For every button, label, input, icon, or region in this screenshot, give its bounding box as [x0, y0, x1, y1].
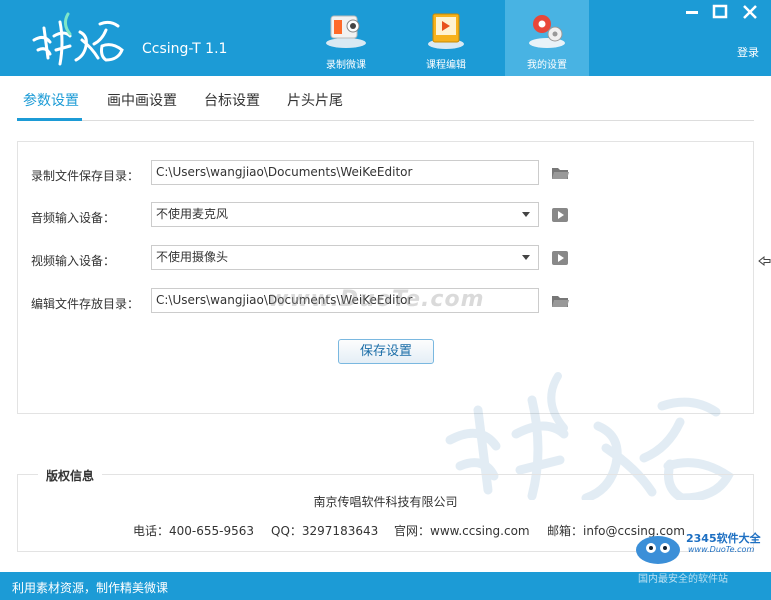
badge-url: www.DuoTe.com [688, 545, 755, 554]
camera-icon [326, 15, 366, 48]
audio-device-value: 不使用麦克风 [156, 207, 229, 221]
phone-text: 电话：400-655-9563 [133, 524, 255, 538]
course-edit-icon [428, 13, 464, 49]
company-name: 南京传唱软件科技有限公司 [313, 495, 458, 509]
nav-tab-settings[interactable]: 我的设置 [505, 0, 589, 76]
close-icon[interactable] [741, 3, 759, 21]
tab-station-logo-settings[interactable]: 台标设置 [204, 90, 260, 110]
tab-parameter-settings[interactable]: 参数设置 [23, 90, 79, 110]
arrow-left-icon [758, 255, 771, 267]
play-icon[interactable] [551, 250, 569, 266]
settings-gears-icon [529, 15, 565, 48]
badge-title: 2345软件大全 [686, 532, 761, 545]
settings-tab-bar: 参数设置 画中画设置 台标设置 片头片尾 [17, 78, 754, 121]
audio-device-select[interactable]: 不使用麦克风 [151, 202, 539, 227]
audio-device-label: 音频输入设备： [31, 211, 116, 225]
video-device-label: 视频输入设备： [31, 254, 116, 268]
save-settings-button[interactable]: 保存设置 [338, 339, 434, 364]
nav-label: 我的设置 [527, 60, 567, 71]
play-icon[interactable] [551, 207, 569, 223]
site-watermark: www.DuoTe.com [268, 287, 485, 312]
chevron-down-icon [522, 255, 530, 260]
nav-tab-course-edit[interactable]: 课程编辑 [404, 0, 488, 76]
active-tab-underline [17, 118, 82, 121]
status-text: 利用素材资源，制作精美微课 [12, 581, 169, 595]
folder-icon[interactable] [551, 165, 569, 181]
tab-intro-outro[interactable]: 片头片尾 [287, 90, 343, 110]
website-link[interactable]: 官网：www.ccsing.com [394, 522, 530, 539]
video-device-value: 不使用摄像头 [156, 250, 229, 264]
app-header: Ccsing-T 1.1 录制微课 课程编辑 我的设置 登录 [0, 0, 771, 76]
video-device-select[interactable]: 不使用摄像头 [151, 245, 539, 270]
copyright-title: 版权信息 [38, 467, 103, 484]
logo-icon [32, 12, 124, 66]
minimize-icon[interactable] [683, 3, 701, 21]
nav-tab-record[interactable]: 录制微课 [304, 0, 388, 76]
edit-dir-label: 编辑文件存放目录： [31, 297, 140, 311]
app-title: Ccsing-T 1.1 [142, 41, 228, 57]
tab-pip-settings[interactable]: 画中画设置 [107, 90, 177, 110]
qq-text: QQ：3297183643 [271, 524, 379, 538]
maximize-icon[interactable] [711, 3, 729, 21]
chevron-down-icon [522, 212, 530, 217]
login-link[interactable]: 登录 [737, 44, 759, 60]
folder-icon[interactable] [551, 293, 569, 309]
nav-label: 录制微课 [326, 60, 366, 71]
badge-logo-icon [636, 536, 680, 564]
download-site-badge: 2345软件大全 www.DuoTe.com 国内最安全的软件站 [632, 528, 771, 585]
record-dir-input[interactable]: C:\Users\wangjiao\Documents\WeiKeEditor [151, 160, 539, 185]
nav-label: 课程编辑 [426, 60, 466, 71]
record-dir-label: 录制文件保存目录： [31, 169, 140, 183]
badge-slogan: 国内最安全的软件站 [638, 574, 728, 585]
